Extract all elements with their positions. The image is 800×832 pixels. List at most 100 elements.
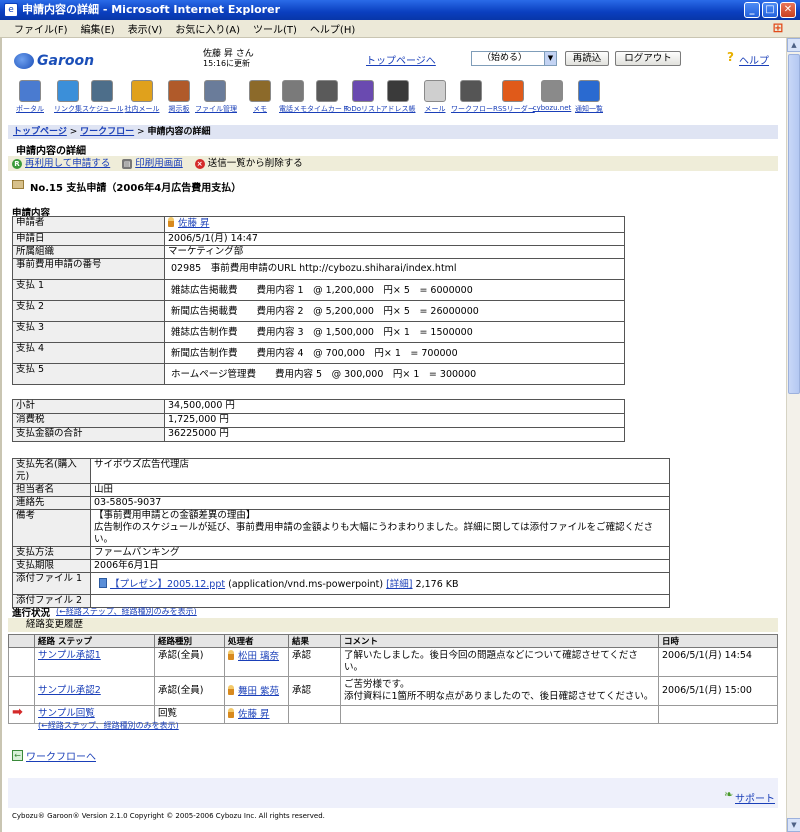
window-title-bar: 申請内容の詳細 - Microsoft Internet Explorer (0, 0, 800, 20)
app-11[interactable]: メール (415, 80, 455, 114)
printer-icon: ▤ (122, 158, 133, 169)
back-arrow-icon: ← (12, 750, 23, 761)
attachment-link[interactable]: 【プレゼン】2005.12.ppt (110, 579, 225, 590)
app-icon[interactable] (19, 80, 41, 102)
menu-file[interactable]: ファイル(F) (14, 21, 68, 36)
app-label[interactable]: ポータル (10, 104, 50, 114)
user-icon (168, 217, 174, 227)
minimize-button[interactable]: _ (744, 2, 760, 18)
app-label[interactable]: ワークフロー (451, 104, 493, 114)
app-8[interactable]: タイムカード (307, 80, 349, 114)
chevron-down-icon[interactable]: ▼ (544, 52, 556, 65)
breadcrumb-workflow[interactable]: ワークフロー (80, 127, 134, 137)
app-3[interactable]: 社内メール (122, 80, 162, 114)
app-4[interactable]: 掲示板 (159, 80, 199, 114)
app-icon[interactable] (282, 80, 304, 102)
scroll-up-icon[interactable]: ▲ (787, 38, 800, 52)
app-icon[interactable] (91, 80, 113, 102)
payee-table: 支払先名(購入元) サイボウズ広告代理店 担当者名 山田 連絡先 03-5805-90… (12, 458, 670, 608)
menu-bar: ファイル(F) 編集(E) 表示(V) お気に入り(A) ツール(T) ヘルプ(… (0, 20, 800, 38)
app-icon[interactable] (57, 80, 79, 102)
scroll-down-icon[interactable]: ▼ (787, 818, 800, 832)
app-icon[interactable] (352, 80, 374, 102)
app-9[interactable]: ToDoリスト (343, 80, 383, 114)
app-label[interactable]: RSSリーダー (493, 104, 535, 114)
window-title: 申請内容の詳細 - Microsoft Internet Explorer (22, 3, 280, 16)
app-icon[interactable] (204, 80, 226, 102)
app-5[interactable]: ファイル管理 (195, 80, 237, 114)
totals-table: 小計 34,500,000 円 消費税 1,725,000 円 支払金額の合計 362… (12, 399, 625, 442)
app-label[interactable]: メール (415, 104, 455, 114)
step-link[interactable]: サンプル回覧 (38, 708, 95, 719)
app-15[interactable]: 通知一覧 (569, 80, 609, 114)
menu-favorites[interactable]: お気に入り(A) (175, 21, 240, 36)
menu-tools[interactable]: ツール(T) (253, 21, 297, 36)
attachment-detail-link[interactable]: [詳細] (386, 579, 412, 590)
app-2[interactable]: スケジュール (82, 80, 124, 114)
print-action[interactable]: ▤ 印刷用画面 (122, 156, 183, 171)
top-page-link[interactable]: トップページへ (366, 52, 436, 67)
app-icon[interactable] (502, 80, 524, 102)
app-label[interactable]: アドレス帳 (378, 104, 418, 114)
request-heading: No.15 支払申請（2006年4月広告費用支払） (30, 183, 242, 194)
step-link[interactable]: サンプル承認2 (38, 685, 101, 696)
app-icon[interactable] (541, 80, 563, 102)
processor-link[interactable]: 松田 璃奈 (238, 651, 279, 662)
progress-table: 経路 ステップ 経路種別 処理者 結果 コメント 日時 サンプル承認1 承認(全… (8, 634, 778, 724)
breadcrumb-top[interactable]: トップページ (13, 127, 67, 137)
app-label[interactable]: 掲示板 (159, 104, 199, 114)
support-link[interactable]: サポート (735, 790, 775, 805)
app-icon[interactable] (249, 80, 271, 102)
app-14[interactable]: cybozu.net (532, 80, 572, 112)
app-label[interactable]: タイムカード (307, 104, 349, 114)
page-title: 申請内容の詳細 (16, 146, 86, 157)
leaf-icon: ❧ (724, 788, 734, 801)
back-to-workflow[interactable]: ← ワークフローへ (12, 748, 96, 763)
processor-link[interactable]: 佐藤 昇 (238, 709, 270, 720)
app-0[interactable]: ポータル (10, 80, 50, 114)
logout-button[interactable]: ログアウト (615, 51, 681, 66)
app-icon[interactable] (578, 80, 600, 102)
route-history[interactable]: 経路変更履歴 (8, 618, 778, 632)
app-icon[interactable] (460, 80, 482, 102)
breadcrumb: トップページ > ワークフロー > 申請内容の詳細 (8, 125, 778, 139)
user-icon (228, 708, 234, 718)
app-12[interactable]: ワークフロー (451, 80, 493, 114)
breadcrumb-sep: > (69, 127, 78, 137)
step-link[interactable]: サンプル承認1 (38, 650, 101, 661)
menu-edit[interactable]: 編集(E) (81, 21, 115, 36)
app-label[interactable]: スケジュール (82, 104, 124, 114)
route-only-link[interactable]: (←経路ステップ、経路種別のみを表示) (56, 606, 197, 617)
windows-logo-icon: ⊞ (772, 21, 784, 36)
app-icon[interactable] (131, 80, 153, 102)
scroll-thumb[interactable] (788, 54, 800, 394)
app-label[interactable]: cybozu.net (532, 104, 572, 112)
vertical-scrollbar[interactable]: ▲ ▼ (786, 38, 800, 832)
close-button[interactable]: ✕ (780, 2, 796, 18)
app-label[interactable]: ToDoリスト (343, 104, 383, 114)
reload-button[interactable]: 再読込 (565, 51, 609, 66)
app-label[interactable]: ファイル管理 (195, 104, 237, 114)
reuse-action[interactable]: R 再利用して申請する (12, 156, 110, 171)
app-icon[interactable] (387, 80, 409, 102)
maximize-button[interactable]: □ (762, 2, 778, 18)
app-label[interactable]: 社内メール (122, 104, 162, 114)
menu-help[interactable]: ヘルプ(H) (310, 21, 355, 36)
help-link[interactable]: ヘルプ (739, 52, 769, 67)
applicant-link[interactable]: 佐藤 昇 (178, 218, 210, 229)
action-bar: R 再利用して申請する ▤ 印刷用画面 × 送信一覧から削除する (8, 156, 778, 171)
delete-action[interactable]: × 送信一覧から削除する (194, 156, 303, 171)
route-only-link-bottom[interactable]: (←経路ステップ、経路種別のみを表示) (38, 720, 179, 731)
menu-view[interactable]: 表示(V) (128, 21, 163, 36)
app-icon[interactable] (168, 80, 190, 102)
app-icon[interactable] (424, 80, 446, 102)
processor-link[interactable]: 舞田 紫苑 (238, 686, 279, 697)
app-label[interactable]: 通知一覧 (569, 104, 609, 114)
user-icon (228, 684, 234, 695)
browser-window: 申請内容の詳細 - Microsoft Internet Explorer e … (0, 0, 800, 832)
app-10[interactable]: アドレス帳 (378, 80, 418, 114)
app-13[interactable]: RSSリーダー (493, 80, 535, 114)
app-icon[interactable] (316, 80, 338, 102)
breadcrumb-sep: > (137, 127, 145, 137)
garoon-logo: Garoon (14, 52, 120, 70)
